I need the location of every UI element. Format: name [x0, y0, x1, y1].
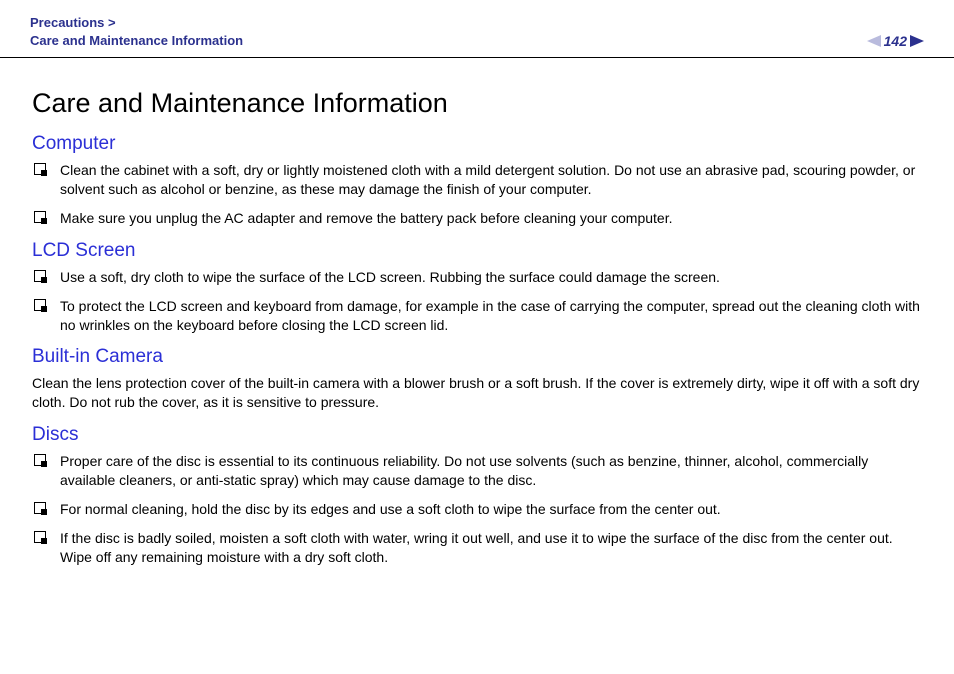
checkbox-bullet-icon [34, 163, 46, 175]
page-number: 142 [884, 33, 907, 49]
page-header: Precautions > Care and Maintenance Infor… [0, 0, 954, 58]
list-item-text: If the disc is badly soiled, moisten a s… [60, 529, 924, 567]
list-lcd: Use a soft, dry cloth to wipe the surfac… [32, 268, 924, 335]
section-heading-camera: Built-in Camera [32, 346, 924, 368]
list-item-text: Proper care of the disc is essential to … [60, 452, 924, 490]
list-item: If the disc is badly soiled, moisten a s… [32, 529, 924, 567]
list-item-text: Clean the cabinet with a soft, dry or li… [60, 161, 924, 199]
list-item: Make sure you unplug the AC adapter and … [32, 209, 924, 228]
breadcrumb-current: Care and Maintenance Information [30, 32, 243, 50]
list-item: Proper care of the disc is essential to … [32, 452, 924, 490]
list-discs: Proper care of the disc is essential to … [32, 452, 924, 566]
checkbox-bullet-icon [34, 299, 46, 311]
breadcrumb: Precautions > Care and Maintenance Infor… [30, 14, 243, 49]
list-item: Clean the cabinet with a soft, dry or li… [32, 161, 924, 199]
checkbox-bullet-icon [34, 270, 46, 282]
list-item-text: For normal cleaning, hold the disc by it… [60, 500, 924, 519]
list-item-text: Use a soft, dry cloth to wipe the surfac… [60, 268, 924, 287]
list-computer: Clean the cabinet with a soft, dry or li… [32, 161, 924, 228]
list-item-text: To protect the LCD screen and keyboard f… [60, 297, 924, 335]
next-page-arrow-icon[interactable] [910, 35, 924, 47]
checkbox-bullet-icon [34, 502, 46, 514]
list-item: Use a soft, dry cloth to wipe the surfac… [32, 268, 924, 287]
prev-page-arrow-icon[interactable] [867, 35, 881, 47]
page-navigator: 142 [867, 33, 924, 49]
checkbox-bullet-icon [34, 211, 46, 223]
list-item-text: Make sure you unplug the AC adapter and … [60, 209, 924, 228]
breadcrumb-parent: Precautions > [30, 14, 243, 32]
paragraph-camera: Clean the lens protection cover of the b… [32, 374, 924, 412]
section-heading-lcd: LCD Screen [32, 240, 924, 262]
checkbox-bullet-icon [34, 454, 46, 466]
checkbox-bullet-icon [34, 531, 46, 543]
list-item: To protect the LCD screen and keyboard f… [32, 297, 924, 335]
section-heading-computer: Computer [32, 133, 924, 155]
page-content: Care and Maintenance Information Compute… [0, 58, 954, 597]
section-heading-discs: Discs [32, 424, 924, 446]
list-item: For normal cleaning, hold the disc by it… [32, 500, 924, 519]
page-title: Care and Maintenance Information [32, 88, 924, 119]
